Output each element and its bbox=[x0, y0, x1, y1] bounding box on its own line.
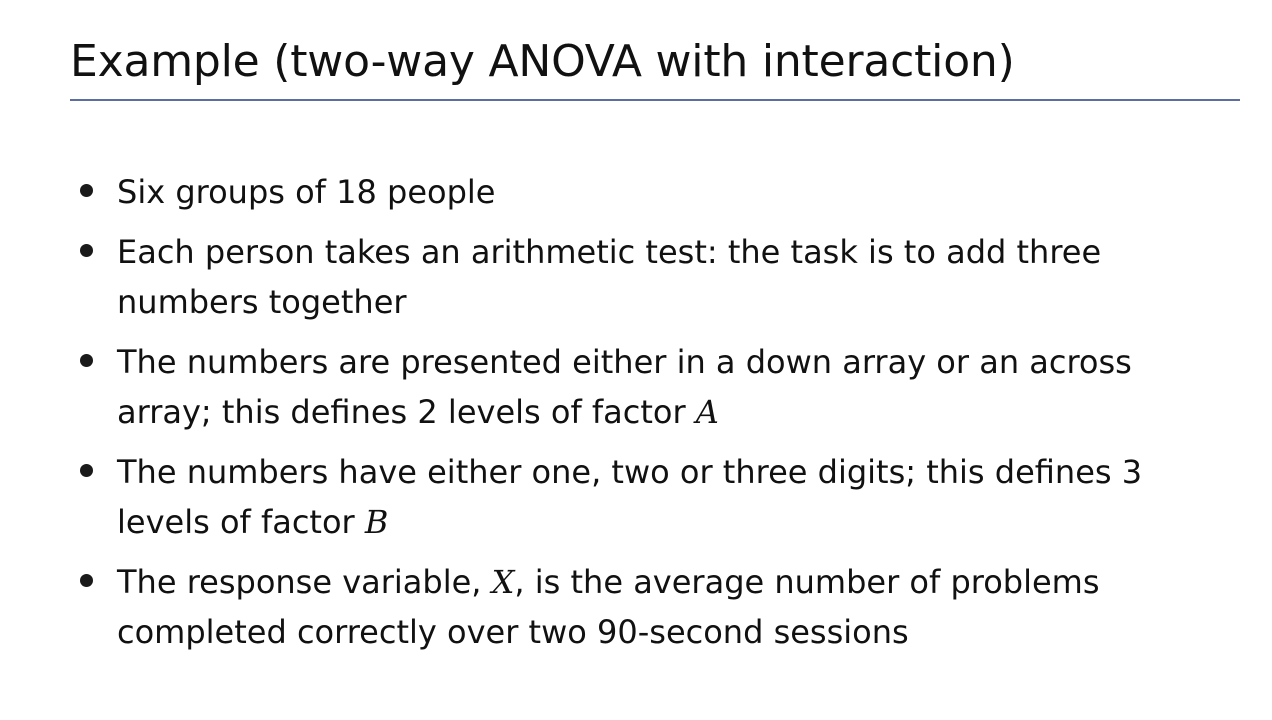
bullet-list: Six groups of 18 people Each person take… bbox=[80, 167, 1200, 667]
bullet-item: The response variable, X, is the average… bbox=[80, 557, 1200, 657]
bullet-item: Each person takes an arithmetic test: th… bbox=[80, 227, 1200, 327]
bullet-text-continued: levels of factor bbox=[117, 503, 365, 541]
bullet-text: , is the average number of problems bbox=[514, 563, 1100, 601]
math-variable: B bbox=[364, 503, 389, 541]
math-variable: X bbox=[491, 563, 515, 601]
math-variable: A bbox=[695, 393, 719, 431]
title-divider bbox=[70, 99, 1240, 101]
bullet-text-continued: array; this defines 2 levels of factor bbox=[117, 393, 696, 431]
bullet-dot-icon bbox=[80, 184, 93, 197]
bullet-text: The numbers have either one, two or thre… bbox=[117, 453, 1143, 491]
bullet-text: The response variable, bbox=[117, 563, 492, 601]
bullet-text: Each person takes an arithmetic test: th… bbox=[117, 233, 1102, 271]
bullet-dot-icon bbox=[80, 464, 93, 477]
slide-title: Example (two-way ANOVA with interaction) bbox=[70, 36, 1015, 87]
bullet-dot-icon bbox=[80, 354, 93, 367]
bullet-dot-icon bbox=[80, 244, 93, 257]
bullet-item: Six groups of 18 people bbox=[80, 167, 1200, 217]
bullet-text: Six groups of 18 people bbox=[117, 173, 496, 211]
bullet-dot-icon bbox=[80, 574, 93, 587]
bullet-item: The numbers are presented either in a do… bbox=[80, 337, 1200, 437]
bullet-item: The numbers have either one, two or thre… bbox=[80, 447, 1200, 547]
bullet-text-continued: completed correctly over two 90-second s… bbox=[117, 613, 909, 651]
slide: Example (two-way ANOVA with interaction)… bbox=[0, 0, 1272, 720]
bullet-text-continued: numbers together bbox=[117, 283, 407, 321]
bullet-text: The numbers are presented either in a do… bbox=[117, 343, 1132, 381]
